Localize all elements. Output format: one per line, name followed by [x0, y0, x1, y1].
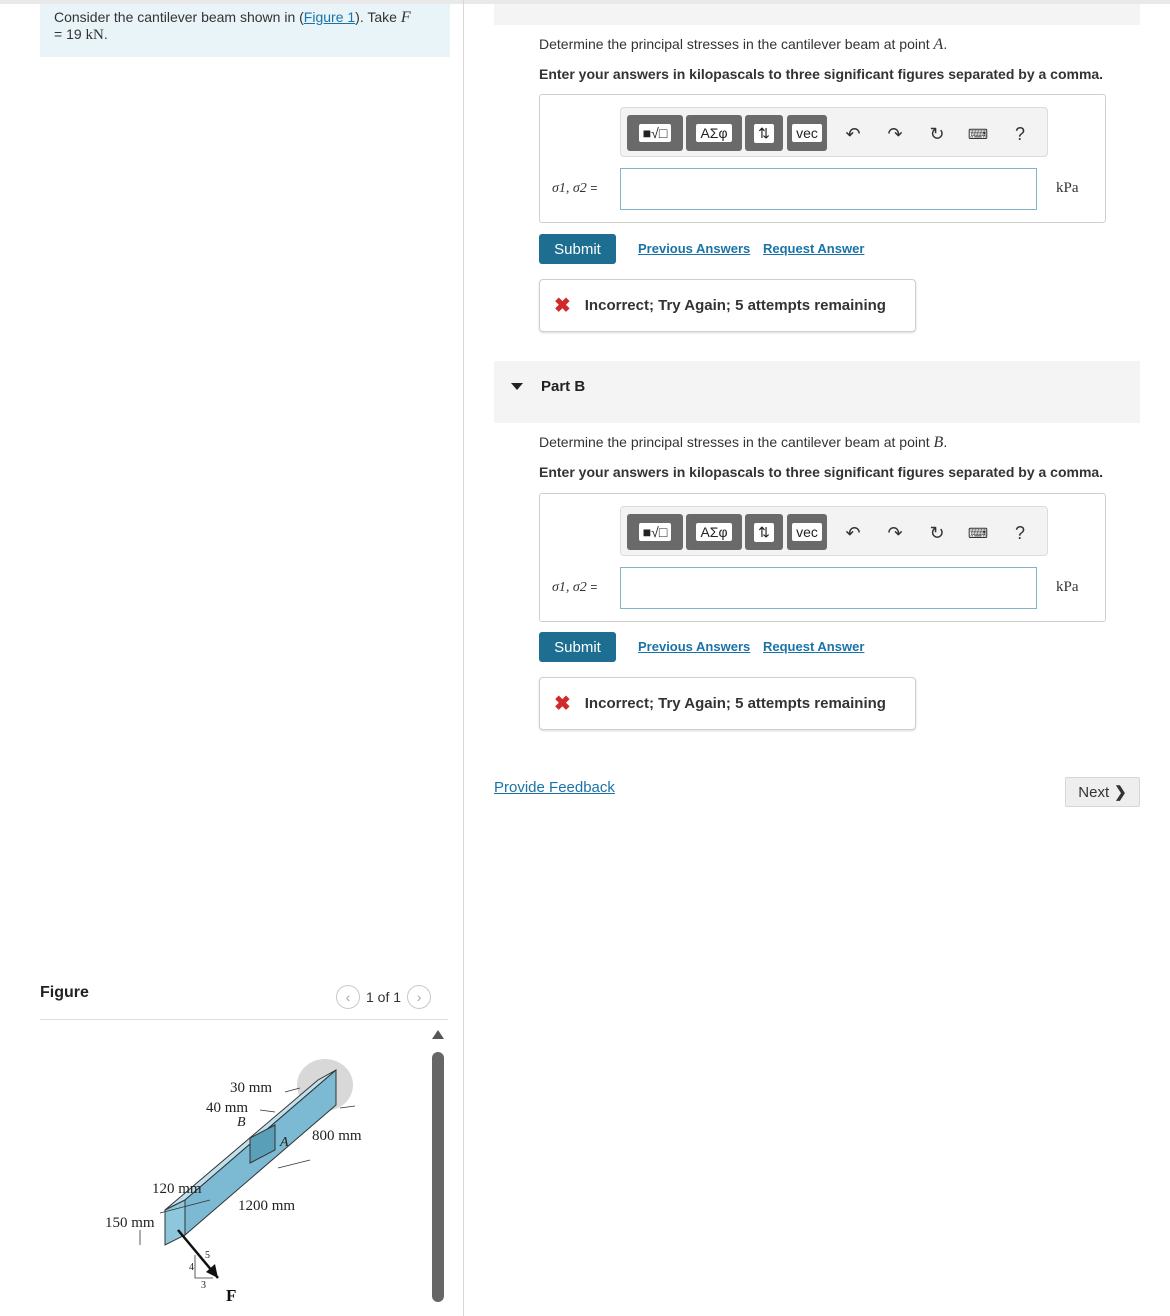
reset-icon[interactable]: ↻ [925, 521, 949, 545]
label-force: F [226, 1286, 236, 1305]
part-b-question-text: Determine the principal stresses in the … [539, 434, 934, 450]
next-button[interactable]: Next ❯ [1065, 777, 1140, 807]
vec-icon[interactable]: vec [787, 115, 827, 151]
part-b-variable-label: σ1, σ2 = [552, 580, 598, 595]
vec-icon[interactable]: vec [787, 514, 827, 550]
part-a-previous-answers-link[interactable]: Previous Answers [638, 241, 750, 256]
label-40mm: 40 mm [206, 1100, 248, 1116]
label-150mm: 150 mm [105, 1215, 155, 1231]
part-a-feedback-text: Incorrect; Try Again; 5 attempts remaini… [584, 297, 886, 314]
redo-icon[interactable]: ↷ [883, 122, 907, 146]
label-slope-5: 5 [205, 1250, 210, 1261]
label-slope-4: 4 [189, 1262, 194, 1273]
keyboard-icon[interactable]: ⌨ [966, 521, 990, 545]
help-icon[interactable]: ? [1008, 521, 1032, 545]
part-b-question-end: . [943, 434, 948, 450]
help-icon[interactable]: ? [1008, 122, 1032, 146]
part-b-answer-input[interactable] [620, 567, 1037, 609]
label-800mm: 800 mm [312, 1128, 362, 1144]
part-a-point: A [933, 36, 944, 53]
force-unit: kN [85, 27, 104, 43]
problem-statement: Consider the cantilever beam shown in (F… [40, 4, 450, 57]
force-value: = 19 [54, 26, 82, 42]
redo-icon[interactable]: ↷ [883, 521, 907, 545]
part-a-feedback: ✖ Incorrect; Try Again; 5 attempts remai… [539, 279, 916, 332]
incorrect-x-icon: ✖ [554, 295, 571, 317]
arrows-icon[interactable]: ⇅ [745, 514, 783, 550]
label-point-a: A [279, 1135, 289, 1150]
part-a-instruction: Enter your answers in kilopascals to thr… [539, 66, 1104, 82]
part-b-question: Determine the principal stresses in the … [539, 434, 947, 452]
reset-icon[interactable]: ↻ [925, 122, 949, 146]
label-point-b: B [237, 1115, 246, 1130]
caret-down-icon[interactable] [511, 383, 523, 390]
scroll-up-arrow-icon[interactable] [432, 1030, 444, 1039]
label-30mm: 30 mm [230, 1080, 272, 1096]
part-b-submit-button[interactable]: Submit [539, 632, 616, 662]
dim-leader-40 [259, 1109, 276, 1113]
part-a-submit-button[interactable]: Submit [539, 234, 616, 264]
part-a-question-text: Determine the principal stresses in the … [539, 36, 934, 52]
figure-heading: Figure [40, 984, 89, 1001]
problem-text: Consider the cantilever beam shown in ( [54, 9, 304, 25]
part-a-variable-label: σ1, σ2 = [552, 181, 598, 196]
label-1200mm: 1200 mm [238, 1198, 295, 1214]
figure-page-count: 1 of 1 [366, 989, 402, 1005]
beam-figure: 30 mm 40 mm B A 800 mm 120 mm 1200 mm 15… [105, 1059, 362, 1305]
left-panel: Consider the cantilever beam shown in (F… [0, 0, 464, 1316]
problem-period: . [103, 26, 108, 42]
dim-leader-800 [339, 1105, 356, 1109]
part-a-answer-box: ■√□ ΑΣφ ⇅ vec ↶ ↷ ↻ ⌨ ? σ1, σ2 = kPa [539, 94, 1106, 223]
slope-triangle [194, 1255, 213, 1279]
problem-text-2: ). Take [355, 9, 401, 25]
part-b-title: Part B [541, 378, 586, 395]
templates-icon[interactable]: ■√□ [627, 514, 683, 550]
part-b-unit: kPa [1056, 579, 1079, 595]
templates-icon[interactable]: ■√□ [627, 115, 683, 151]
figure-link[interactable]: Figure 1 [304, 9, 355, 25]
part-a-header [494, 4, 1140, 25]
arrows-icon[interactable]: ⇅ [745, 115, 783, 151]
part-a-question: Determine the principal stresses in the … [539, 36, 947, 54]
figure-divider [40, 1019, 448, 1020]
greek-icon[interactable]: ΑΣφ [686, 115, 742, 151]
dim-leader-1200 [277, 1159, 311, 1169]
next-label: Next [1078, 783, 1110, 801]
part-b-feedback-text: Incorrect; Try Again; 5 attempts remaini… [584, 695, 886, 712]
part-b-instruction: Enter your answers in kilopascals to thr… [539, 464, 1104, 480]
label-120mm: 120 mm [152, 1181, 202, 1197]
figure-pager: ‹ 1 of 1 › [336, 985, 432, 1009]
part-a-request-answer-link[interactable]: Request Answer [763, 241, 864, 256]
part-b-previous-answers-link[interactable]: Previous Answers [638, 639, 750, 654]
part-b-header[interactable]: Part B [494, 361, 1140, 423]
part-b-request-answer-link[interactable]: Request Answer [763, 639, 864, 654]
keyboard-icon[interactable]: ⌨ [966, 122, 990, 146]
part-b-point: B [933, 434, 944, 451]
force-variable: F [400, 9, 411, 26]
chevron-right-icon[interactable]: › [407, 985, 432, 1009]
chevron-right-icon: ❯ [1114, 784, 1127, 801]
undo-icon[interactable]: ↶ [841, 122, 865, 146]
undo-icon[interactable]: ↶ [841, 521, 865, 545]
part-a-answer-input[interactable] [620, 168, 1037, 210]
beam-end-face [164, 1199, 186, 1246]
provide-feedback-link[interactable]: Provide Feedback [494, 779, 615, 796]
part-b-feedback: ✖ Incorrect; Try Again; 5 attempts remai… [539, 677, 916, 730]
chevron-left-icon[interactable]: ‹ [336, 985, 360, 1009]
part-a-question-end: . [943, 36, 948, 52]
part-a-unit: kPa [1056, 180, 1079, 196]
figure-scrollbar[interactable] [432, 1052, 444, 1302]
part-a-math-toolbar: ■√□ ΑΣφ ⇅ vec ↶ ↷ ↻ ⌨ ? [620, 107, 1048, 157]
greek-icon[interactable]: ΑΣφ [686, 514, 742, 550]
part-b-answer-box: ■√□ ΑΣφ ⇅ vec ↶ ↷ ↻ ⌨ ? σ1, σ2 = kPa [539, 493, 1106, 622]
incorrect-x-icon: ✖ [554, 693, 571, 715]
label-slope-3: 3 [201, 1280, 206, 1291]
part-b-math-toolbar: ■√□ ΑΣφ ⇅ vec ↶ ↷ ↻ ⌨ ? [620, 506, 1048, 556]
